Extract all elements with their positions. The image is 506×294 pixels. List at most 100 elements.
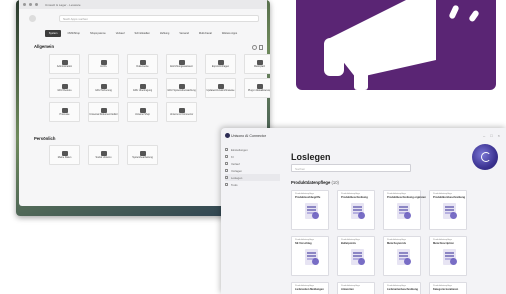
back-titlebar: Umsatz & Lager - Lexware — [19, 0, 267, 9]
app-tile-label: Plug-in Aktualisierung — [248, 88, 270, 92]
tab-system[interactable]: System — [44, 30, 62, 37]
card-illustration-icon — [351, 203, 365, 219]
app-tile[interactable]: Export/Anfragen — [205, 54, 236, 74]
app-tile[interactable]: GDU Systemüberwachung — [166, 78, 197, 98]
back-nav-button[interactable] — [29, 15, 36, 22]
my-data-icon — [61, 150, 68, 156]
grid-view-icon[interactable] — [259, 45, 263, 50]
app-tile-label: GDU Übertragung — [132, 88, 153, 92]
prompt-card[interactable]: Produktdatenpflege Lieferantenbeschreibun… — [383, 282, 421, 294]
card-grid: Produktdatenpflege Produktsuchbegriffe Pro… — [291, 190, 467, 294]
search-input[interactable]: Suchen — [291, 164, 411, 172]
sidebar-item-tools[interactable]: Tools — [225, 181, 280, 188]
back-window-title: Umsatz & Lager - Lexware — [45, 2, 81, 7]
app-tile[interactable]: Unisono Shop — [127, 102, 158, 122]
promo-banner — [296, 0, 496, 90]
main-content: Loslegen Suchen Produktdatenpflege (10) … — [287, 142, 502, 294]
app-tile[interactable]: Meine Daten — [49, 145, 80, 165]
general-apps-grid: Administration Archiv Dokumente Einrichtung… — [49, 54, 270, 122]
tab-versand[interactable]: Versand — [175, 30, 193, 37]
sidebar-item-icon — [225, 162, 228, 165]
app-tile[interactable]: Dokumente — [127, 54, 158, 74]
app-tile[interactable]: Archiv — [88, 54, 119, 74]
apps-search-input[interactable]: Nach Apps suchen — [59, 15, 259, 22]
backup-icon — [100, 83, 107, 89]
section-count: (10) — [331, 180, 339, 185]
app-tile[interactable]: Universal Dokument Editor — [88, 102, 119, 122]
sidebar-item-label: KI — [231, 154, 234, 159]
tab-schnittstellen[interactable]: Schnittstellen — [131, 30, 154, 37]
system-edit-icon — [139, 150, 146, 156]
app-tile-label: Unisono Shop — [134, 112, 151, 116]
card-illustration-icon — [351, 249, 365, 265]
app-tile-label: Social Unisono — [95, 155, 112, 159]
prompt-card[interactable]: Produktdatenpflege Kategorie kuratieren — [429, 282, 467, 294]
tab-multi-kanal[interactable]: Multi-Kanal — [195, 30, 216, 37]
tab-cms-shop[interactable]: CMS/Shop — [63, 30, 84, 37]
app-tile-label: Unisono AI Connector — [169, 112, 194, 116]
card-category: Produktdatenpflege — [387, 193, 406, 195]
settings-gear-icon[interactable] — [252, 45, 257, 50]
prompt-card[interactable]: Produktdatenpflege Lieferzeiten Meldungen — [291, 282, 329, 294]
prompt-card[interactable]: Produktdatenpflege SE Vorschlag — [291, 236, 329, 276]
window-control-dot[interactable] — [29, 3, 32, 6]
app-tile[interactable]: GDU Übertragung — [127, 78, 158, 98]
sidebar-item-einstellungen[interactable]: Einstellungen — [225, 146, 280, 153]
section-title: Produktdatenpflege (10) — [291, 180, 339, 185]
card-category: Produktdatenpflege — [295, 285, 314, 287]
app-tile-label: Marktplatz — [253, 64, 266, 68]
tab-shopsysteme[interactable]: Shopsysteme — [86, 30, 110, 37]
window-control-dot[interactable] — [23, 3, 26, 6]
app-tile-label: Updates/Versionshinweise — [206, 88, 235, 92]
minimize-icon[interactable]: – — [483, 133, 485, 138]
tab-verkauf[interactable]: Verkauf — [112, 30, 129, 37]
prompt-card[interactable]: Produktdatenpflege Produktbeschreibung — [337, 190, 375, 230]
app-tile[interactable]: Plug-in Aktualisierung — [244, 78, 270, 98]
app-tile-label: Universal Dokument Editor — [89, 112, 118, 116]
archive-icon — [100, 59, 107, 65]
card-illustration-icon — [443, 249, 457, 265]
app-tile[interactable]: GDU Restore — [49, 78, 80, 98]
page-title: Loslegen — [291, 152, 331, 162]
card-title: Meta Description — [433, 242, 454, 245]
card-category: Produktdatenpflege — [433, 239, 452, 241]
card-category: Produktdatenpflege — [295, 239, 314, 241]
app-tile[interactable]: Prozesse — [49, 102, 80, 122]
maximize-icon[interactable]: □ — [490, 133, 492, 138]
app-tile[interactable]: Updates/Versionshinweise — [205, 78, 236, 98]
sidebar-item-ki[interactable]: KI — [225, 153, 280, 160]
app-tile[interactable]: Social Unisono — [88, 145, 119, 165]
app-tile[interactable]: Unisono AI Connector — [166, 102, 197, 122]
prompt-card[interactable]: Produktdatenpflege Meta Description — [429, 236, 467, 276]
prompt-card[interactable]: Produktdatenpflege Produktsuchbegriffe — [291, 190, 329, 230]
wand-icon — [178, 59, 185, 65]
sidebar-item-label: Verlauf — [231, 161, 240, 166]
tab-zahlung[interactable]: Zahlung — [156, 30, 173, 37]
card-illustration-icon — [397, 203, 411, 219]
sidebar-item-vorlagen[interactable]: Vorlagen — [225, 167, 280, 174]
card-title: Produktbeschreibung ergänzen — [387, 196, 426, 199]
app-tile[interactable]: GDU Sicherung — [88, 78, 119, 98]
card-title: Bulletpoints — [341, 242, 356, 245]
tab-weitere-apps[interactable]: Weitere Apps — [218, 30, 241, 37]
sidebar-item-verlauf[interactable]: Verlauf — [225, 160, 280, 167]
prompt-card[interactable]: Produktdatenpflege Produktkurzbeschreibun… — [429, 190, 467, 230]
prompt-card[interactable]: Produktdatenpflege Antworten — [337, 282, 375, 294]
app-tile[interactable]: Marktplatz — [244, 54, 270, 74]
card-title: Produktkurzbeschreibung — [433, 196, 466, 199]
sidebar-item-icon — [225, 148, 228, 151]
close-icon[interactable]: × — [498, 133, 500, 138]
window-control-dot[interactable] — [35, 3, 38, 6]
social-icon — [100, 150, 107, 156]
prompt-card[interactable]: Produktdatenpflege Produktbeschreibung er… — [383, 190, 426, 230]
app-tile[interactable]: Systembearbeitung — [127, 145, 158, 165]
app-tile[interactable]: Einrichtungsassistent — [166, 54, 197, 74]
sidebar-item-loslegen[interactable]: Loslegen — [225, 174, 280, 181]
prompt-card[interactable]: Produktdatenpflege Meta Keywords — [383, 236, 421, 276]
update-icon — [217, 83, 224, 89]
app-tile-label: GDU Systemüberwachung — [167, 88, 196, 92]
app-tile[interactable]: Administration — [49, 54, 80, 74]
category-tabs: System CMS/Shop Shopsysteme Verkauf Schnitts… — [19, 30, 267, 37]
card-category: Produktdatenpflege — [433, 285, 452, 287]
prompt-card[interactable]: Produktdatenpflege Bulletpoints — [337, 236, 375, 276]
